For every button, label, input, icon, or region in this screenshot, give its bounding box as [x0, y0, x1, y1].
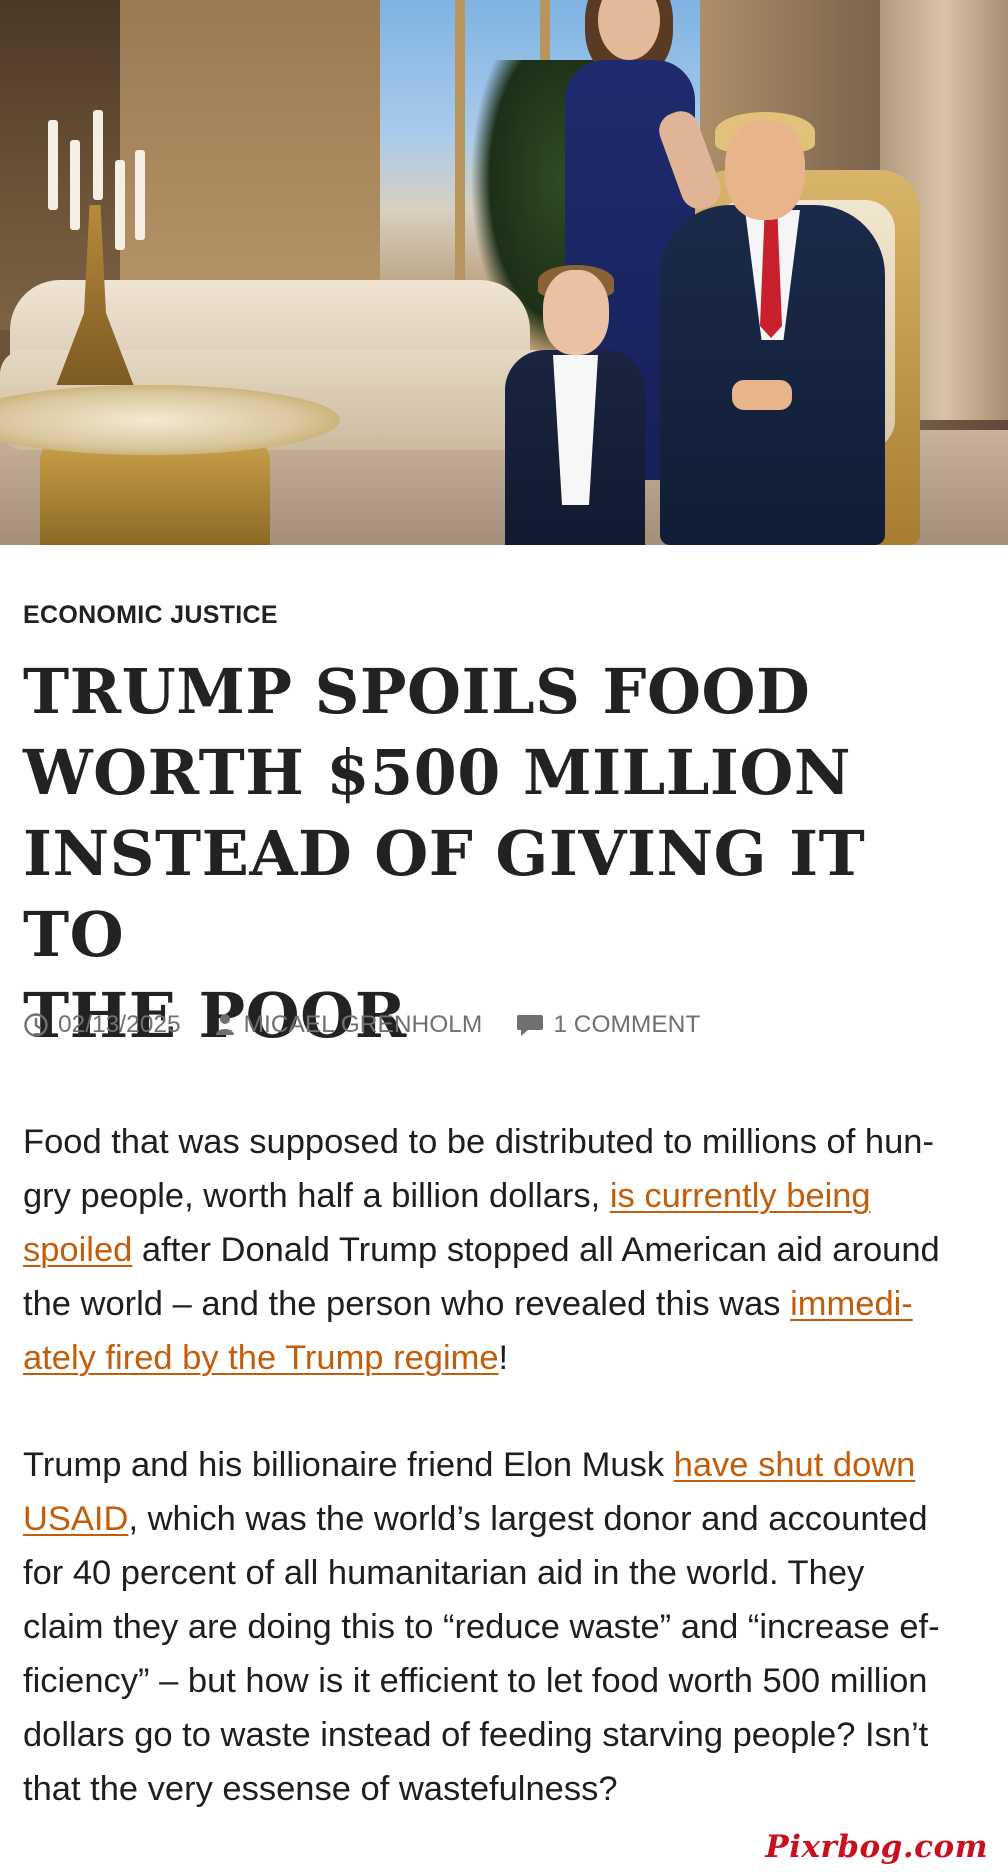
link-text: have shut down [673, 1446, 916, 1484]
hero-image [0, 0, 1008, 545]
text-line: dollars go to waste instead of feeding s… [23, 1716, 929, 1754]
post-date: 02/13/2025 [58, 1011, 181, 1038]
text-line: ficiency” – but how is it efficient to l… [23, 1662, 928, 1700]
person-icon [215, 1014, 234, 1035]
comment-bubble-icon [517, 1015, 544, 1036]
post-comments-link[interactable]: 1 COMMENT [516, 1011, 700, 1039]
category-link[interactable]: ECONOMIC JUSTICE [23, 601, 278, 630]
text-line: ! [498, 1339, 509, 1377]
title-line: TRUMP SPOILS FOOD [23, 655, 811, 728]
clock-icon [24, 1013, 48, 1037]
post-comments: 1 COMMENT [553, 1011, 701, 1038]
title-line: INSTEAD OF GIVING IT TO [23, 817, 866, 971]
link-text: USAID [23, 1500, 129, 1538]
article-title[interactable]: TRUMP SPOILS FOOD WORTH $500 MILLION INS… [23, 651, 985, 1056]
post-author-link[interactable]: MICAEL GRENHOLM [215, 1011, 483, 1039]
link-text: is currently being [609, 1177, 871, 1215]
post-author: MICAEL GRENHOLM [243, 1011, 483, 1038]
text-line: for 40 percent of all humanitarian aid i… [23, 1554, 865, 1592]
text-line: gry people, worth half a billion dollars… [23, 1177, 610, 1215]
text-line: the world – and the person who revealed … [23, 1285, 791, 1323]
text-line: Food that was supposed to be distributed… [23, 1123, 934, 1161]
paragraph-2: Trump and his billionaire friend Elon Mu… [23, 1438, 985, 1816]
text-line: Trump and his billionaire friend Elon Mu… [23, 1446, 674, 1484]
text-line: that the very essense of wastefulness? [23, 1770, 618, 1808]
post-date-link[interactable]: 02/13/2025 [23, 1011, 181, 1039]
text-line: after Donald Trump stopped all American … [132, 1231, 940, 1269]
text-line: claim they are doing this to “reduce was… [23, 1608, 940, 1646]
link-text: immedi- [790, 1285, 913, 1323]
title-line: WORTH $500 MILLION [23, 736, 852, 809]
text-line: , which was the world’s largest donor an… [128, 1500, 928, 1538]
watermark: Pixrbog.com [765, 1829, 988, 1865]
paragraph-1: Food that was supposed to be distributed… [23, 1115, 985, 1385]
link-text: ately fired by the Trump regime [23, 1339, 499, 1377]
post-meta: 02/13/2025 MICAEL GRENHOLM 1 COMMENT [23, 1011, 734, 1039]
link-text: spoiled [23, 1231, 133, 1269]
